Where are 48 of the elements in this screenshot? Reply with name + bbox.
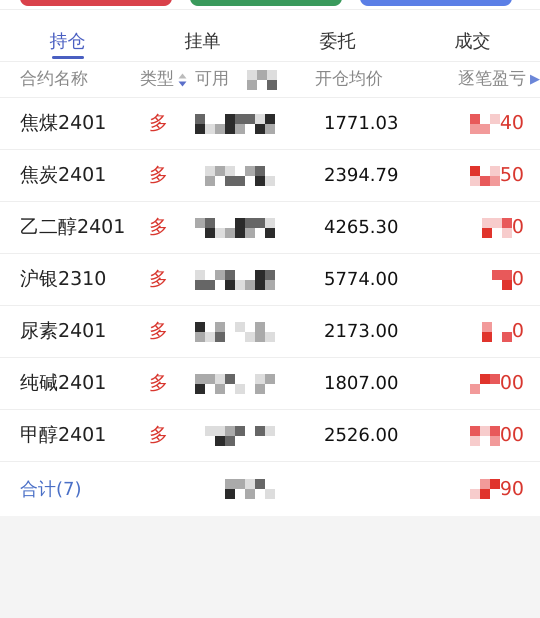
contract-name: 纯碱2401 — [20, 372, 106, 394]
mosaic-drawing — [470, 114, 500, 134]
profit-loss: 50 — [500, 163, 524, 188]
column-header: 逐笔盈亏 — [458, 68, 526, 91]
profit-loss: 90 — [500, 476, 524, 502]
contract-name: 焦炭2401 — [20, 164, 106, 186]
profit-loss: 00 — [500, 371, 524, 396]
contract-name: 乙二醇2401 — [20, 216, 126, 238]
mosaic-drawing — [470, 374, 500, 394]
position-type: 多 — [149, 320, 168, 342]
position-type: 多 — [149, 164, 168, 186]
mosaic-drawing — [470, 426, 500, 446]
average-price: 1807.00 — [324, 373, 398, 394]
scroll-right-icon: ▶ — [530, 70, 540, 90]
tab[interactable]: 成交 — [405, 20, 540, 62]
column-header: 开仓均价 — [315, 68, 383, 89]
profit-loss: 0 — [512, 267, 524, 292]
column-header: 可用 — [195, 68, 229, 91]
tab[interactable]: 委托 — [270, 20, 405, 62]
position-type: 多 — [149, 112, 168, 134]
tab[interactable]: 挂单 — [135, 20, 270, 62]
position-type: 多 — [149, 216, 168, 238]
position-type: 多 — [149, 424, 168, 446]
position-type: 多 — [149, 268, 168, 290]
tab[interactable]: 持仓 — [0, 20, 135, 62]
column-header: 合约名称 — [20, 68, 88, 89]
mosaic-drawing — [482, 322, 512, 342]
sort-icon[interactable] — [178, 72, 187, 86]
average-price: 1771.03 — [324, 113, 398, 134]
column-header: 类型 — [140, 68, 174, 91]
profit-loss: 00 — [500, 423, 524, 448]
mosaic-drawing — [247, 70, 277, 90]
average-price: 5774.00 — [324, 269, 398, 290]
profit-loss: 0 — [512, 215, 524, 240]
position-type: 多 — [149, 372, 168, 394]
mosaic-drawing — [470, 166, 500, 186]
total-label: 合计(7) — [20, 478, 82, 500]
mosaic-drawing — [482, 218, 512, 238]
average-price: 4265.30 — [324, 217, 398, 238]
profit-loss: 0 — [512, 319, 524, 344]
average-price: 2526.00 — [324, 425, 398, 446]
contract-name: 焦煤2401 — [20, 112, 106, 134]
contract-name: 甲醇2401 — [20, 424, 106, 446]
average-price: 2394.79 — [324, 165, 398, 186]
contract-name: 尿素2401 — [20, 320, 106, 342]
average-price: 2173.00 — [324, 321, 398, 342]
profit-loss: 40 — [500, 111, 524, 136]
contract-name: 沪银2310 — [20, 268, 106, 290]
